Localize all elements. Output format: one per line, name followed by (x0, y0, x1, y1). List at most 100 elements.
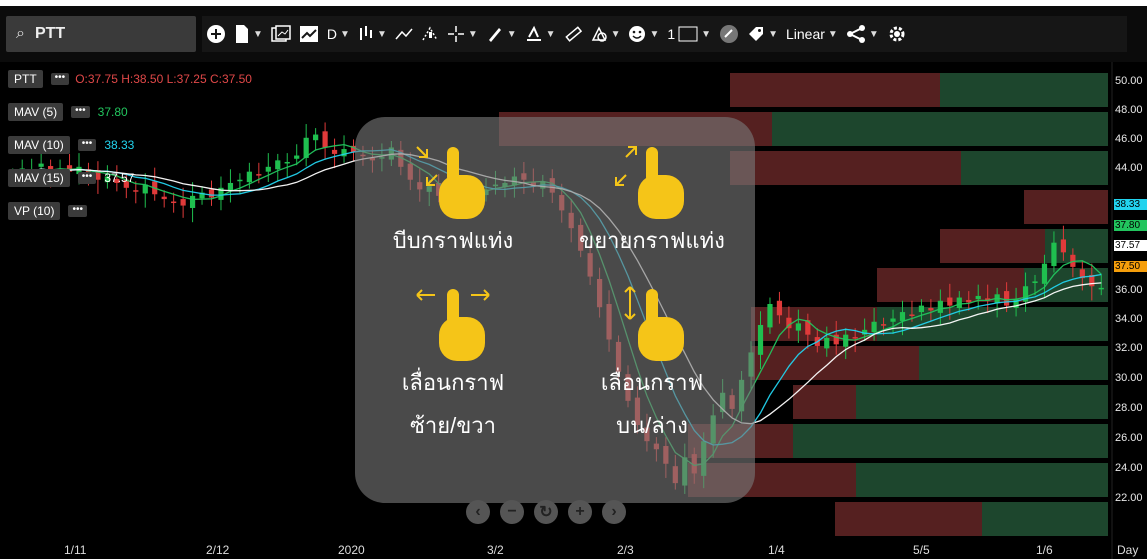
symbol-search-value[interactable]: PTT (35, 25, 65, 43)
zoom-out-icon[interactable]: − (500, 500, 524, 524)
add-icon[interactable] (206, 24, 226, 44)
candle-body (1032, 281, 1038, 284)
legend-mav15-label[interactable]: MAV (15) (8, 169, 70, 187)
volume-profile-bar-down (793, 385, 856, 419)
candle-body (928, 308, 934, 311)
volume-profile-bar-up (940, 73, 1108, 107)
volume-profile-bar-down (730, 73, 940, 107)
gesture-horizontal-label-2: ซ้าย/ขวา (409, 413, 497, 438)
bar-type-icon[interactable]: ▼ (358, 25, 387, 43)
volume-profile-bar-up (856, 385, 1108, 419)
ruler-icon[interactable] (564, 25, 582, 43)
legend-ohlc: O:37.75 H:38.50 L:37.25 C:37.50 (75, 72, 252, 86)
share-icon[interactable]: ▼ (846, 25, 879, 43)
gesture-pinch-label: บีบกราฟแท่ง (392, 228, 514, 253)
candle-body (880, 324, 887, 326)
reset-icon[interactable]: ↻ (534, 500, 558, 524)
candle-body (1051, 242, 1057, 267)
scale-select[interactable]: Linear ▼ (786, 26, 838, 42)
search-icon[interactable]: ⌕ (16, 25, 25, 43)
gesture-vertical: เลื่อนกราฟ บน/ล่าง (577, 285, 727, 443)
chart-type-icon[interactable] (299, 25, 319, 43)
candle-body (227, 182, 234, 191)
candle-body (852, 337, 858, 339)
scroll-left-icon[interactable]: ‹ (466, 500, 490, 524)
candle-body (313, 134, 319, 141)
shapes-icon[interactable]: ▼ (590, 25, 620, 43)
scale-value: Linear (785, 26, 825, 42)
candle-body (909, 314, 915, 316)
candle-body (275, 160, 281, 170)
candle-body (937, 300, 943, 313)
line-width-select[interactable]: 1 ▼ (667, 26, 711, 42)
crosshair-icon[interactable]: ▼ (447, 25, 478, 43)
legend-mav10-label[interactable]: MAV (10) (8, 136, 70, 154)
tag-icon[interactable]: ▼ (747, 25, 778, 43)
legend-more-icon[interactable]: ••• (68, 205, 87, 217)
candle-body (824, 337, 830, 349)
candle-body (237, 179, 243, 182)
candle-body (843, 334, 849, 347)
y-axis-label: 50.00 (1115, 75, 1143, 87)
candle-body (975, 295, 981, 300)
candle-body (256, 174, 262, 176)
y-axis-label: 24.00 (1115, 462, 1143, 474)
volume-profile-bar-down (835, 502, 982, 536)
x-axis-label: 3/2 (487, 543, 504, 557)
candle-body (795, 323, 801, 331)
y-tag-mav15: 37.57 (1114, 240, 1147, 251)
legend-mav15-row: MAV (15) ••• 37.57 (8, 168, 134, 188)
legend-mav15-value: 37.57 (104, 171, 135, 185)
y-axis-label: 28.00 (1115, 402, 1143, 414)
candle-body (189, 195, 196, 208)
interval-select[interactable]: D ▼ (327, 26, 350, 42)
compare-icon[interactable] (271, 25, 291, 43)
legend-mav5-label[interactable]: MAV (5) (8, 103, 64, 121)
volume-profile-bar-down (877, 268, 1024, 302)
volume-profile-bar-up (982, 502, 1108, 536)
drawing-tools-icon[interactable]: ▼ (525, 25, 556, 43)
candle-body (918, 305, 925, 313)
scroll-right-icon[interactable]: › (602, 500, 626, 524)
volume-profile-bar-down (730, 151, 961, 185)
legend-mav10-value: 38.33 (104, 138, 135, 152)
chevron-down-icon: ▼ (340, 28, 350, 40)
legend-more-icon[interactable]: ••• (71, 106, 90, 118)
link-icon[interactable] (719, 24, 739, 44)
pencil-icon[interactable]: ▼ (486, 25, 517, 43)
emoji-icon[interactable]: ▼ (628, 25, 659, 43)
legend-symbol[interactable]: PTT (8, 70, 43, 88)
volume-profile-bar-up (772, 112, 1108, 146)
legend-vp-label[interactable]: VP (10) (8, 202, 61, 220)
candle-body (322, 131, 328, 148)
candle-body (246, 171, 252, 183)
candle-body (38, 163, 44, 167)
trend-line-icon[interactable] (395, 25, 413, 43)
gesture-vertical-label-2: บน/ล่าง (616, 413, 688, 438)
y-axis-label: 34.00 (1115, 313, 1143, 325)
chart-toolbar: ▼ D ▼ ▼ ▼ ▼ ▼ ▼ ▼ 1 ▼ ▼ Linear ▼ ▼ (202, 16, 1127, 52)
settings-icon[interactable] (887, 24, 907, 44)
symbol-search[interactable]: ⌕ PTT (6, 16, 196, 52)
horizontal-drag-hand-icon (416, 289, 490, 361)
legend-vp-row: VP (10) ••• (8, 201, 87, 221)
legend-more-icon[interactable]: ••• (50, 73, 70, 85)
spread-hand-icon (615, 146, 684, 219)
y-tag-mav10: 38.33 (1114, 199, 1147, 210)
volume-profile-bar-down (940, 229, 1045, 263)
pinch-hand-icon (416, 146, 485, 219)
candle-body (331, 149, 338, 154)
legend-more-icon[interactable]: ••• (77, 139, 97, 151)
file-icon[interactable]: ▼ (234, 24, 263, 44)
legend-more-icon[interactable]: ••• (77, 172, 97, 184)
x-axis-label: 2/3 (617, 543, 634, 557)
zoom-in-icon[interactable]: + (568, 500, 592, 524)
y-axis-label: 26.00 (1115, 432, 1143, 444)
top-strip (0, 0, 1147, 6)
y-tag-mav5: 37.80 (1114, 220, 1147, 231)
volume-profile-bar-up (856, 463, 1108, 497)
studies-icon[interactable] (421, 25, 439, 43)
gesture-help-overlay[interactable]: บีบกราฟแท่ง ขยายกราฟแท่ง เลื่อนกราฟ ซ้าย… (355, 117, 755, 503)
candle-body (767, 304, 773, 328)
y-tag-close: 37.50 (1114, 261, 1147, 272)
